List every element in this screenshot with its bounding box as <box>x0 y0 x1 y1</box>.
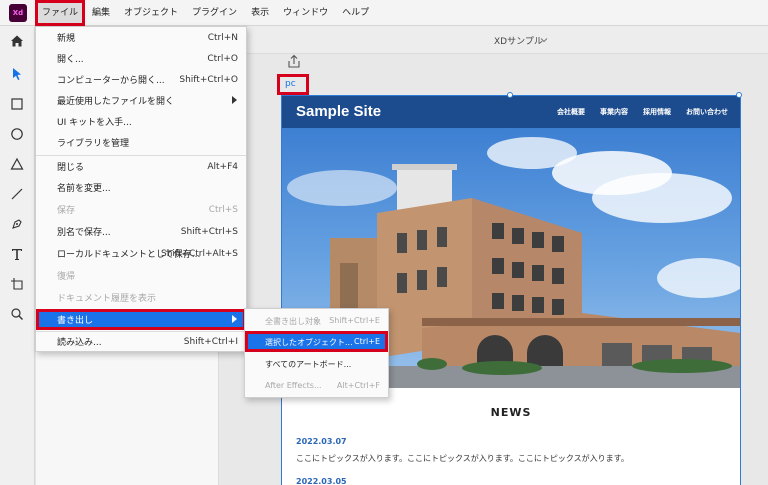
line-icon[interactable] <box>7 184 27 204</box>
menu-item-open-from-computer[interactable]: コンピューターから開く... Shift+Ctrl+O <box>36 69 246 90</box>
selection-handle[interactable] <box>507 92 513 98</box>
chevron-right-icon <box>232 315 237 323</box>
menubar: Xd ファイル 編集 オブジェクト プラグイン 表示 ウィンドウ ヘルプ <box>0 0 768 26</box>
menu-item-new[interactable]: 新規 Ctrl+N <box>36 27 246 48</box>
text-icon[interactable] <box>7 244 27 264</box>
polygon-icon[interactable] <box>7 154 27 174</box>
menu-item-save-as-local[interactable]: ローカルドキュメントとして保存... Shift+Ctrl+Alt+S <box>36 243 246 264</box>
news-date: 2022.03.07 <box>296 437 347 446</box>
news-date: 2022.03.05 <box>296 477 347 485</box>
submenu-item-after-effects[interactable]: After Effects... Alt+Ctrl+F <box>245 375 388 396</box>
artboard-name-label[interactable]: pc <box>277 74 309 95</box>
document-title[interactable]: XDサンプル <box>494 34 543 47</box>
menu-file[interactable]: ファイル <box>35 0 86 26</box>
site-nav: 会社概要 事業内容 採用情報 お問い合わせ <box>557 107 728 117</box>
zoom-icon[interactable] <box>7 304 27 324</box>
site-title: Sample Site <box>296 103 382 120</box>
site-header: Sample Site 会社概要 事業内容 採用情報 お問い合わせ <box>282 96 740 128</box>
nav-item-recruit: 採用情報 <box>643 108 671 116</box>
tool-bar <box>0 26 35 485</box>
menu-window[interactable]: ウィンドウ <box>276 0 335 26</box>
menu-item-open-recent[interactable]: 最近使用したファイルを開く <box>36 90 246 111</box>
selection-handle[interactable] <box>736 92 742 98</box>
menu-item-close[interactable]: 閉じる Alt+F4 <box>36 156 246 177</box>
rectangle-icon[interactable] <box>7 94 27 114</box>
menu-item-version-history[interactable]: ドキュメント履歴を表示 <box>36 287 246 308</box>
menu-item-get-ui-kits[interactable]: UI キットを入手... <box>36 111 246 132</box>
menu-item-import[interactable]: 読み込み... Shift+Ctrl+I <box>36 331 246 352</box>
artboard-icon[interactable] <box>7 274 27 294</box>
submenu-item-export-selected[interactable]: 選択したオブジェクト... Ctrl+E <box>245 331 388 352</box>
submenu-item-export-all[interactable]: 全書き出し対象 Shift+Ctrl+E <box>245 310 388 331</box>
menu-item-manage-libraries[interactable]: ライブラリを管理 <box>36 132 246 153</box>
select-icon[interactable] <box>7 64 27 84</box>
menu-help[interactable]: ヘルプ <box>335 0 376 26</box>
menu-item-save[interactable]: 保存 Ctrl+S <box>36 199 246 220</box>
menu-view[interactable]: 表示 <box>244 0 276 26</box>
menu-edit[interactable]: 編集 <box>85 0 117 26</box>
chevron-down-icon[interactable] <box>540 36 548 44</box>
artboard-pc[interactable]: Sample Site 会社概要 事業内容 採用情報 お問い合わせ NEWS 2… <box>281 95 741 485</box>
ellipse-icon[interactable] <box>7 124 27 144</box>
nav-item-business: 事業内容 <box>600 108 628 116</box>
pen-icon[interactable] <box>7 214 27 234</box>
menu-plugins[interactable]: プラグイン <box>185 0 244 26</box>
document-title-bar: XDサンプル <box>219 26 768 54</box>
nav-item-contact: お問い合わせ <box>686 108 728 116</box>
submenu-item-export-all-artboards[interactable]: すべてのアートボード... <box>245 353 388 374</box>
xd-logo-icon: Xd <box>9 3 27 22</box>
menu-item-revert[interactable]: 復帰 <box>36 265 246 286</box>
news-heading: NEWS <box>490 406 532 419</box>
export-submenu: 全書き出し対象 Shift+Ctrl+E 選択したオブジェクト... Ctrl+… <box>244 308 389 398</box>
menu-item-export[interactable]: 書き出し <box>36 309 246 330</box>
chevron-right-icon <box>232 96 237 104</box>
file-menu: 新規 Ctrl+N 開く... Ctrl+O コンピューターから開く... Sh… <box>35 26 247 352</box>
menu-item-open[interactable]: 開く... Ctrl+O <box>36 48 246 69</box>
menu-object[interactable]: オブジェクト <box>117 0 185 26</box>
menu-item-save-as[interactable]: 別名で保存... Shift+Ctrl+S <box>36 221 246 242</box>
menu-item-rename[interactable]: 名前を変更... <box>36 177 246 198</box>
news-text: ここにトピックスが入ります。ここにトピックスが入ります。ここにトピックスが入りま… <box>296 454 629 463</box>
share-icon[interactable] <box>286 54 302 70</box>
nav-item-company: 会社概要 <box>557 108 585 116</box>
home-icon[interactable] <box>7 31 27 51</box>
